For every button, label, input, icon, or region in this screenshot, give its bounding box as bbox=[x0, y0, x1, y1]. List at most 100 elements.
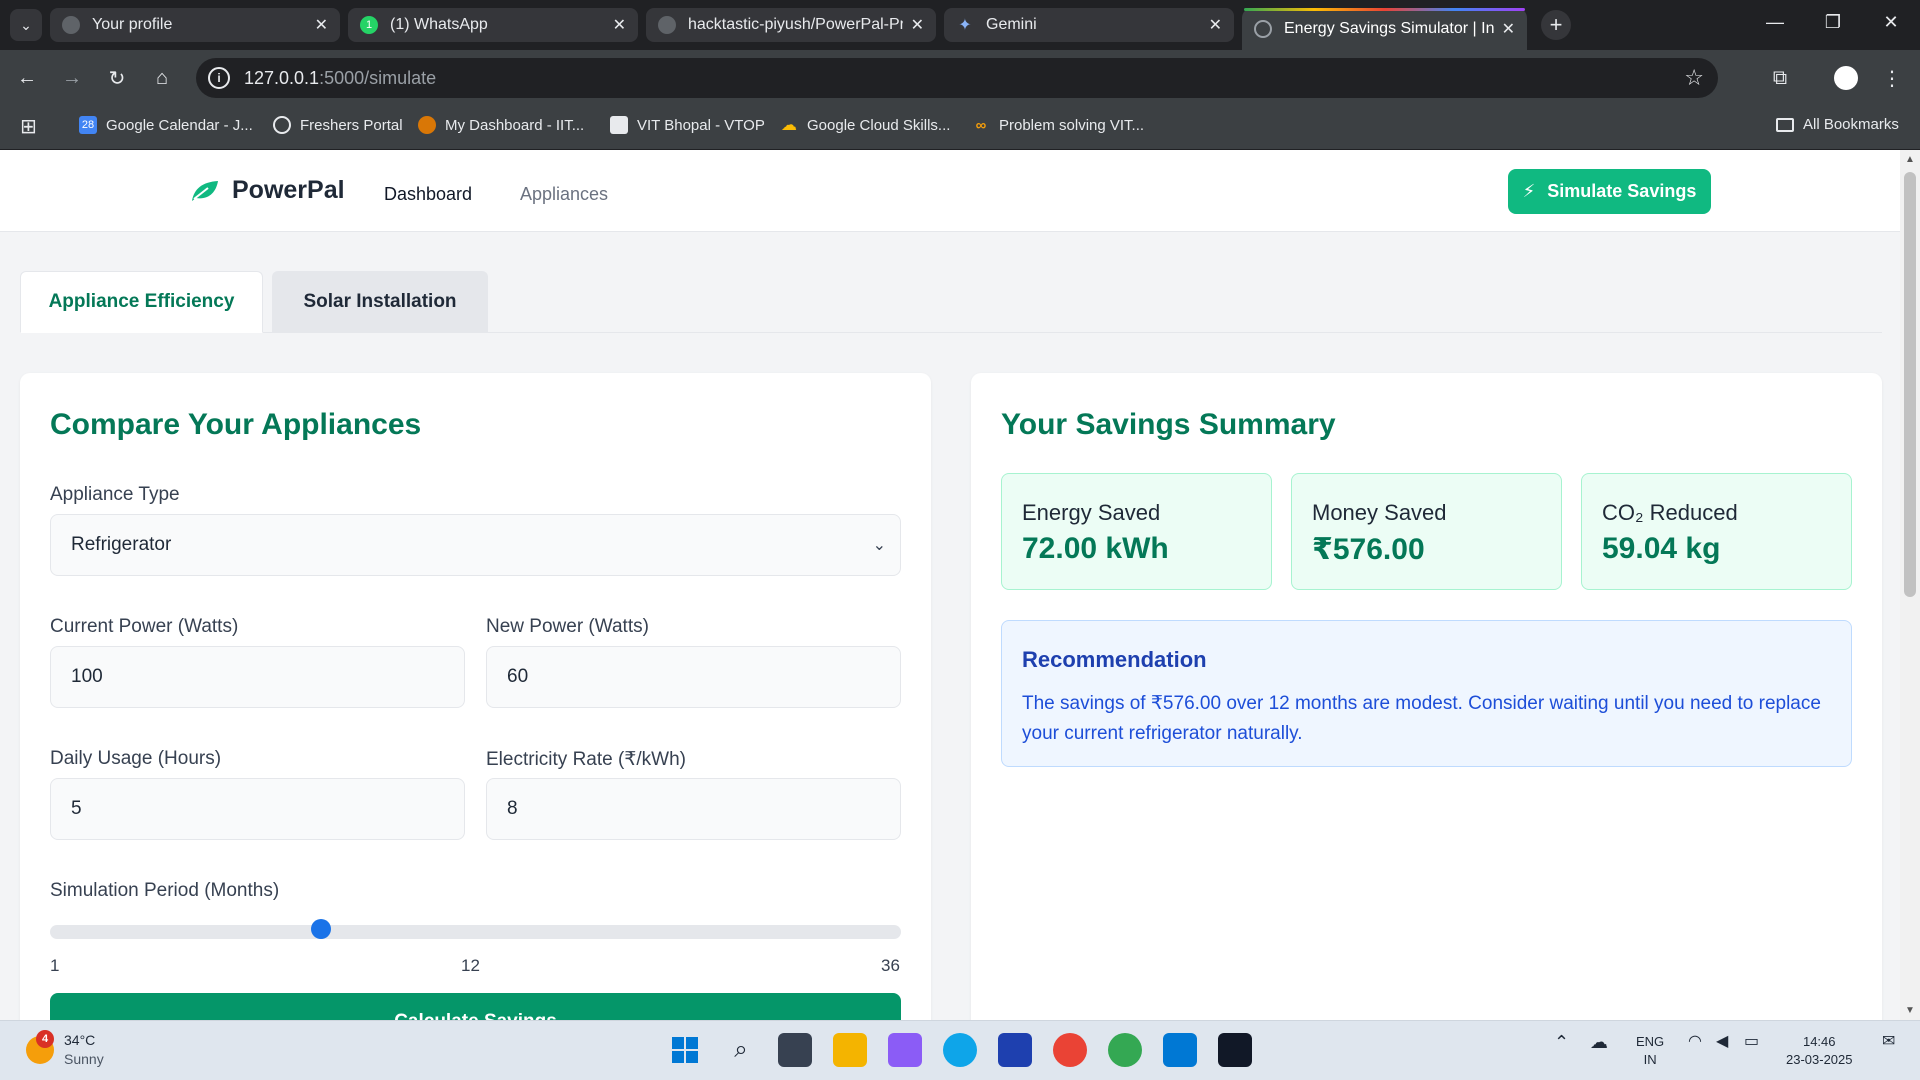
close-icon[interactable]: ✕ bbox=[911, 15, 924, 35]
browser-tab-simulator[interactable]: Energy Savings Simulator | India ✕ bbox=[1242, 8, 1527, 50]
clock-time: 14:46 bbox=[1802, 1034, 1836, 1049]
onedrive-cloud-icon[interactable]: ☁ bbox=[1590, 1033, 1608, 1051]
weather-widget[interactable]: 4 34°C Sunny bbox=[26, 1030, 104, 1069]
new-power-input[interactable]: 60 bbox=[486, 646, 901, 708]
bookmark-label: Problem solving VIT... bbox=[999, 116, 1145, 134]
profile-avatar[interactable] bbox=[1832, 64, 1860, 92]
bookmark-freshers-portal[interactable]: Freshers Portal bbox=[273, 116, 403, 134]
file-explorer-icon[interactable] bbox=[833, 1033, 867, 1067]
clock[interactable]: 14:46 23-03-2025 bbox=[1786, 1033, 1853, 1069]
address-bar[interactable]: i 127.0.0.1 :5000/simulate ☆ bbox=[196, 58, 1718, 98]
browser-tab-github[interactable]: hacktastic-piyush/PowerPal-Pro ✕ bbox=[646, 8, 936, 42]
globe-icon bbox=[273, 116, 291, 134]
appliance-type-select[interactable]: Refrigerator ⌄ bbox=[50, 514, 901, 576]
battery-icon[interactable]: ▭ bbox=[1744, 1033, 1759, 1051]
scroll-down-icon[interactable]: ▼ bbox=[1905, 1005, 1915, 1016]
bookmark-problem-solving[interactable]: ∞ Problem solving VIT... bbox=[972, 116, 1144, 134]
terminal-icon[interactable] bbox=[1218, 1033, 1252, 1067]
minimize-icon[interactable]: — bbox=[1760, 12, 1790, 33]
daily-usage-input[interactable]: 5 bbox=[50, 778, 465, 840]
electricity-rate-input[interactable]: 8 bbox=[486, 778, 901, 840]
window-close-icon[interactable]: ✕ bbox=[1876, 12, 1906, 33]
bookmark-google-cloud[interactable]: ☁ Google Cloud Skills... bbox=[780, 116, 950, 135]
stat-label: CO₂ Reduced bbox=[1602, 500, 1738, 525]
close-icon[interactable]: ✕ bbox=[1209, 15, 1222, 35]
apps-grid-icon[interactable]: ⊞ bbox=[20, 114, 37, 139]
current-power-value: 100 bbox=[71, 666, 103, 687]
home-icon[interactable]: ⌂ bbox=[148, 64, 176, 92]
page-scrollbar[interactable]: ▲ ▼ bbox=[1900, 150, 1920, 1020]
tab-appliance-efficiency[interactable]: Appliance Efficiency bbox=[20, 271, 263, 333]
chrome-icon[interactable] bbox=[1053, 1033, 1087, 1067]
new-power-value: 60 bbox=[507, 666, 529, 687]
reload-icon[interactable]: ↻ bbox=[103, 64, 131, 92]
stat-label: Energy Saved bbox=[1022, 500, 1161, 525]
forward-arrow-icon[interactable]: → bbox=[58, 64, 86, 92]
summary-title: Your Savings Summary bbox=[1001, 408, 1336, 441]
browser-tab-gemini[interactable]: ✦ Gemini ✕ bbox=[944, 8, 1234, 42]
all-bookmarks[interactable]: All Bookmarks bbox=[1776, 116, 1899, 133]
edge-icon[interactable] bbox=[943, 1033, 977, 1067]
bookmark-vit-bhopal[interactable]: VIT Bhopal - VTOP bbox=[610, 116, 765, 134]
bookmark-my-dashboard[interactable]: My Dashboard - IIT... bbox=[418, 116, 584, 134]
appliance-type-value: Refrigerator bbox=[71, 534, 172, 555]
new-power-label: New Power (Watts) bbox=[486, 616, 649, 637]
back-arrow-icon[interactable]: ← bbox=[13, 64, 41, 92]
scroll-up-icon[interactable]: ▲ bbox=[1905, 154, 1915, 165]
bookmark-star-icon[interactable]: ☆ bbox=[1684, 65, 1704, 91]
nav-dashboard[interactable]: Dashboard bbox=[384, 184, 472, 205]
volume-icon[interactable]: ◀ bbox=[1716, 1033, 1728, 1051]
current-power-label: Current Power (Watts) bbox=[50, 616, 239, 637]
new-tab-button[interactable]: + bbox=[1541, 10, 1571, 40]
microsoft-store-icon[interactable] bbox=[998, 1033, 1032, 1067]
slider-min-label: 1 bbox=[50, 956, 60, 975]
scrollbar-thumb[interactable] bbox=[1904, 172, 1916, 597]
chevron-down-icon: ⌄ bbox=[872, 537, 886, 554]
windows-start-icon[interactable] bbox=[668, 1033, 702, 1067]
simulation-period-slider[interactable] bbox=[50, 925, 901, 939]
electricity-rate-label: Electricity Rate (₹/kWh) bbox=[486, 749, 687, 770]
close-icon[interactable]: ✕ bbox=[1502, 19, 1515, 39]
whatsapp-icon: 1 bbox=[360, 16, 378, 34]
site-info-icon[interactable]: i bbox=[208, 67, 230, 89]
stat-co2-reduced: CO₂ Reduced 59.04 kg bbox=[1581, 473, 1852, 590]
clock-date: 23-03-2025 bbox=[1786, 1052, 1853, 1067]
tab-label: hacktastic-piyush/PowerPal-Pro bbox=[688, 16, 903, 33]
calculate-savings-button[interactable]: Calculate Savings bbox=[50, 993, 901, 1020]
browser-tab-whatsapp[interactable]: 1 (1) WhatsApp ✕ bbox=[348, 8, 638, 42]
notification-badge: 4 bbox=[36, 1030, 54, 1048]
weather-temperature: 34°C bbox=[64, 1032, 96, 1048]
nav-appliances[interactable]: Appliances bbox=[520, 184, 608, 205]
tab-solar-installation[interactable]: Solar Installation bbox=[272, 271, 488, 333]
brand-logo[interactable]: PowerPal bbox=[190, 176, 345, 205]
globe-icon bbox=[1254, 20, 1272, 38]
github-icon bbox=[658, 16, 676, 34]
bookmark-google-calendar[interactable]: 28 Google Calendar - J... bbox=[79, 116, 253, 134]
close-icon[interactable]: ✕ bbox=[315, 15, 328, 35]
all-bookmarks-label: All Bookmarks bbox=[1803, 116, 1899, 133]
gemini-icon: ✦ bbox=[958, 17, 972, 34]
brand-name: PowerPal bbox=[232, 176, 345, 204]
tab-search-chevron-icon[interactable]: ⌄ bbox=[10, 9, 42, 41]
simulate-savings-label: Simulate Savings bbox=[1547, 181, 1697, 201]
stat-energy-saved: Energy Saved 72.00 kWh bbox=[1001, 473, 1272, 590]
copilot-icon[interactable] bbox=[888, 1033, 922, 1067]
notifications-icon[interactable]: ✉ bbox=[1882, 1033, 1895, 1051]
search-icon[interactable]: ⌕ bbox=[724, 1033, 758, 1067]
chrome-profile-icon[interactable] bbox=[1108, 1033, 1142, 1067]
menu-kebab-icon[interactable]: ⋮ bbox=[1878, 64, 1906, 92]
language-indicator[interactable]: ENG IN bbox=[1636, 1033, 1664, 1069]
appliance-type-label: Appliance Type bbox=[50, 484, 180, 505]
vscode-icon[interactable] bbox=[1163, 1033, 1197, 1067]
tray-chevron-up-icon[interactable]: ⌃ bbox=[1554, 1033, 1569, 1051]
current-power-input[interactable]: 100 bbox=[50, 646, 465, 708]
wifi-icon[interactable]: ◠ bbox=[1688, 1033, 1702, 1051]
stat-value: ₹576.00 bbox=[1312, 533, 1425, 566]
task-view-icon[interactable] bbox=[778, 1033, 812, 1067]
simulate-savings-button[interactable]: ⚡ Simulate Savings bbox=[1508, 169, 1711, 214]
browser-tab-profile[interactable]: Your profile ✕ bbox=[50, 8, 340, 42]
extensions-icon[interactable]: ⧉ bbox=[1766, 64, 1794, 92]
restore-icon[interactable]: ❐ bbox=[1818, 12, 1848, 33]
close-icon[interactable]: ✕ bbox=[613, 15, 626, 35]
weather-condition: Sunny bbox=[64, 1051, 104, 1067]
